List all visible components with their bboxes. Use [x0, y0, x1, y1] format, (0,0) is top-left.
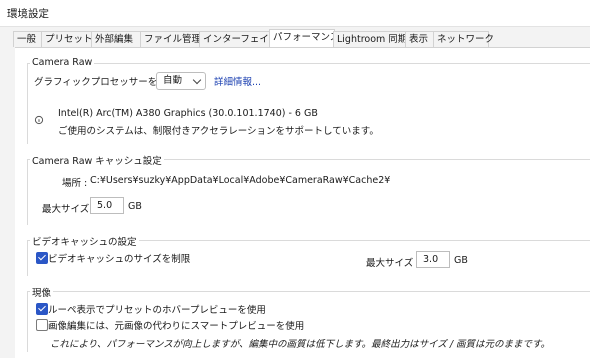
- tab-presets[interactable]: プリセット: [41, 31, 93, 47]
- video-cache-group: ビデオキャッシュの設定 ビデオキャッシュのサイズを制限 最大サイズ : 3.0 …: [27, 234, 590, 276]
- tab-network[interactable]: ネットワーク: [433, 31, 494, 47]
- video-cache-limit-label: ビデオキャッシュのサイズを制限: [48, 254, 191, 265]
- title-bar: 環境設定: [0, 0, 590, 27]
- gpu-select[interactable]: 自動: [156, 72, 206, 90]
- chevron-down-icon: [192, 75, 202, 85]
- cache-max-size-label: 最大サイズ :: [42, 204, 96, 215]
- cache-location-label: 場所 :: [62, 178, 88, 189]
- tab-lightroom-sync[interactable]: Lightroom 同期: [333, 31, 407, 47]
- loupe-hover-preview-label: ルーペ表示でプリセットのホバープレビューを使用: [48, 305, 266, 316]
- window-title: 環境設定: [7, 8, 49, 20]
- cache-max-size-unit: GB: [128, 201, 142, 212]
- video-cache-max-size-unit: GB: [454, 255, 468, 266]
- develop-legend: 現像: [30, 285, 54, 299]
- video-cache-max-size-label: 最大サイズ :: [366, 258, 420, 269]
- camera-raw-legend: Camera Raw: [30, 57, 95, 68]
- tab-file-handling[interactable]: ファイル管理: [140, 31, 201, 47]
- camera-raw-cache-group: Camera Raw キャッシュ設定 場所 : C:¥Users¥suzky¥A…: [27, 153, 590, 225]
- loupe-hover-preview-checkbox[interactable]: [36, 303, 48, 315]
- smart-preview-checkbox[interactable]: [36, 319, 48, 331]
- video-cache-legend: ビデオキャッシュの設定: [30, 234, 139, 248]
- info-icon: [34, 115, 44, 128]
- tab-general[interactable]: 一般: [13, 31, 43, 47]
- gpu-status-text: ご使用のシステムは、制限付きアクセラレーションをサポートしています。: [58, 126, 379, 137]
- camera-raw-group: Camera Raw グラフィックプロセッサーを使用 : 自動 詳細情報... …: [27, 57, 590, 144]
- tab-display[interactable]: 表示: [405, 31, 435, 47]
- tab-performance[interactable]: パフォーマンス: [269, 29, 339, 48]
- video-cache-max-size-input[interactable]: 3.0: [416, 251, 450, 268]
- tab-interface[interactable]: インターフェイス: [199, 31, 278, 47]
- smart-preview-note: これにより、パフォーマンスが向上しますが、編集中の画質は低下します。最終出力はサ…: [50, 339, 551, 350]
- video-cache-limit-checkbox[interactable]: [36, 252, 48, 264]
- performance-panel: Camera Raw グラフィックプロセッサーを使用 : 自動 詳細情報... …: [15, 47, 590, 358]
- develop-group: 現像 ルーペ表示でプリセットのホバープレビューを使用 画像編集には、元画像の代わ…: [27, 285, 590, 352]
- cache-max-size-input[interactable]: 5.0: [90, 197, 124, 214]
- cache-legend: Camera Raw キャッシュ設定: [30, 153, 164, 167]
- tab-external-editing[interactable]: 外部編集: [91, 31, 142, 47]
- cache-location-path: C:¥Users¥suzky¥AppData¥Local¥Adobe¥Camer…: [90, 175, 391, 186]
- video-cache-max-size-value: 3.0: [423, 254, 439, 265]
- details-link[interactable]: 詳細情報...: [214, 74, 261, 88]
- smart-preview-label: 画像編集には、元画像の代わりにスマートプレビューを使用: [48, 321, 305, 332]
- gpu-select-value: 自動: [163, 75, 183, 86]
- gpu-name: Intel(R) Arc(TM) A380 Graphics (30.0.101…: [58, 108, 318, 119]
- cache-max-size-value: 5.0: [97, 200, 113, 211]
